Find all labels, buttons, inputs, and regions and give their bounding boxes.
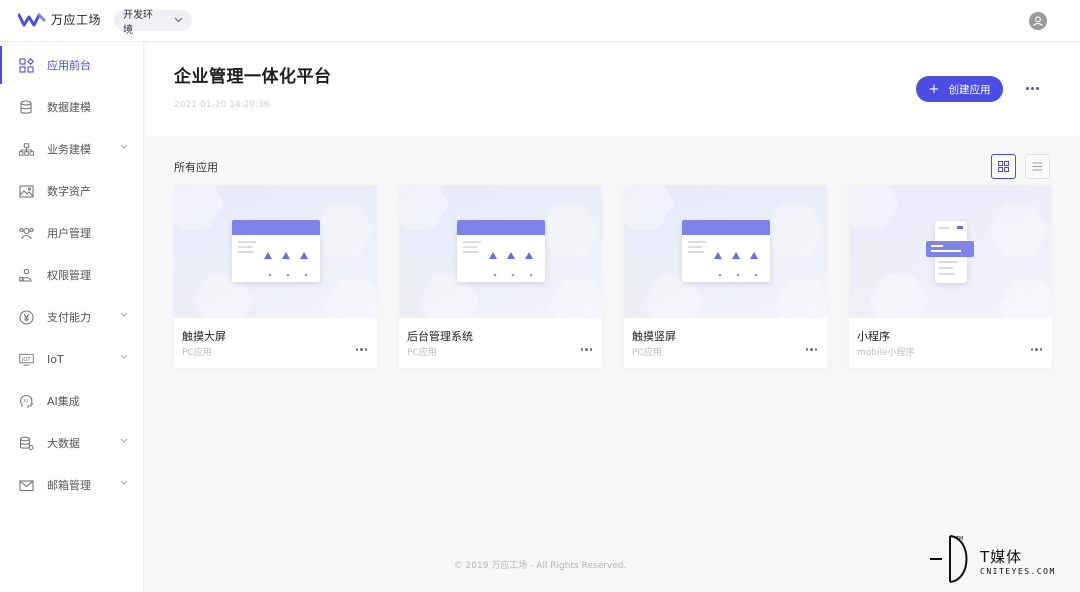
app-name: 小程序 (857, 330, 890, 343)
mail-icon (19, 478, 34, 493)
sidebar-item-label: IoT (47, 352, 64, 366)
grid-view-toggle[interactable] (991, 154, 1016, 179)
more-dots-icon (1025, 86, 1029, 90)
sidebar-item-app-frontend[interactable]: 应用前台 (0, 44, 144, 86)
sidebar-item-ai-integration[interactable]: AI AI集成 (0, 380, 144, 422)
image-frame-icon (19, 184, 34, 199)
pc-mockup (232, 220, 320, 282)
watermark-logo-icon: TM (930, 535, 968, 583)
more-options-button[interactable] (1022, 79, 1042, 97)
sidebar-item-user-management[interactable]: 用户管理 (0, 212, 144, 254)
card-more-button[interactable] (580, 348, 592, 351)
user-avatar[interactable] (1029, 12, 1047, 30)
list-view-icon (1032, 162, 1043, 171)
app-name: 后台管理系统 (407, 330, 473, 343)
app-type: mobile小程序 (857, 348, 915, 358)
app-name: 万应工场 (51, 13, 102, 27)
section-title: 所有应用 (174, 161, 218, 174)
users-icon (19, 226, 34, 241)
app-preview (399, 185, 602, 318)
chevron-down-icon (120, 477, 128, 488)
sidebar-item-label: 用户管理 (47, 227, 91, 240)
org-tree-icon (19, 142, 34, 157)
pc-mockup (457, 220, 545, 282)
app-logo[interactable]: 万应工场 (18, 11, 101, 28)
big-data-icon (19, 436, 34, 451)
app-card[interactable]: 触摸竖屏 PC应用 (624, 185, 827, 368)
grid-view-icon (998, 161, 1009, 172)
create-app-button[interactable]: + 创建应用 (916, 76, 1003, 102)
page-timestamp: 2021-01-20 14:20:36 (174, 100, 270, 110)
app-type: PC应用 (632, 348, 662, 358)
app-card[interactable]: 小程序 mobile小程序 (849, 185, 1052, 368)
sidebar-item-digital-assets[interactable]: 数字资产 (0, 170, 144, 212)
sidebar-item-label: AI集成 (47, 395, 80, 408)
app-preview (624, 185, 827, 318)
sidebar-item-data-modeling[interactable]: 数据建模 (0, 86, 144, 128)
app-preview (849, 185, 1052, 318)
watermark-brand: T媒体 (980, 548, 1023, 566)
list-view-toggle[interactable] (1025, 154, 1050, 179)
app-name: 触摸大屏 (182, 330, 226, 343)
user-icon (1033, 16, 1043, 27)
sidebar-item-iot[interactable]: IOT IoT (0, 338, 144, 380)
pc-mockup (682, 220, 770, 282)
app-card[interactable]: 后台管理系统 PC应用 (399, 185, 602, 368)
svg-text:TM: TM (955, 536, 963, 542)
environment-label: 开发环境 (123, 9, 153, 36)
create-app-label: 创建应用 (948, 83, 991, 96)
app-preview (174, 185, 377, 318)
card-more-button[interactable] (1030, 348, 1042, 351)
more-dots-icon (355, 348, 358, 351)
plus-icon: + (928, 81, 940, 97)
sidebar-item-label: 应用前台 (47, 59, 91, 72)
page-header: 企业管理一体化平台 2021-01-20 14:20:36 + 创建应用 (145, 43, 1080, 136)
environment-select[interactable]: 开发环境 (114, 10, 192, 36)
card-more-button[interactable] (355, 348, 367, 351)
sidebar-item-label: 邮箱管理 (47, 479, 91, 492)
chevron-down-icon (120, 141, 128, 152)
logo-icon (18, 13, 46, 26)
app-type: PC应用 (407, 348, 437, 358)
database-icon (19, 99, 34, 115)
ai-head-icon: AI (19, 394, 34, 409)
top-bar: 万应工场 开发环境 (0, 0, 1080, 42)
yen-icon (19, 309, 34, 325)
app-type: PC应用 (182, 348, 212, 358)
iot-icon: IOT (19, 352, 34, 367)
sidebar-item-business-modeling[interactable]: 业务建模 (0, 128, 144, 170)
card-more-button[interactable] (805, 348, 817, 351)
sidebar-item-label: 数字资产 (47, 185, 91, 198)
sidebar-item-label: 数据建模 (47, 101, 91, 114)
svg-text:IOT: IOT (22, 356, 32, 362)
app-card[interactable]: 触摸大屏 PC应用 (174, 185, 377, 368)
sidebar-item-mail-management[interactable]: 邮箱管理 (0, 464, 144, 506)
sidebar-item-label: 大数据 (47, 437, 80, 450)
more-dots-icon (805, 348, 808, 351)
chevron-down-icon (120, 435, 128, 446)
sidebar-item-label: 业务建模 (47, 143, 91, 156)
sidebar-item-permission-management[interactable]: 权限管理 (0, 254, 144, 296)
chevron-down-icon (120, 309, 128, 320)
watermark: TM T媒体 CNITEYES.COM (928, 532, 1076, 586)
page-title: 企业管理一体化平台 (174, 67, 332, 87)
footer-copyright: © 2019 万应工场 - All Rights Reserved. (453, 561, 627, 571)
sidebar-item-label: 支付能力 (47, 311, 91, 324)
apps-grid-icon (19, 57, 34, 73)
svg-text:AI: AI (24, 398, 28, 404)
permission-icon (19, 268, 34, 283)
sidebar: 应用前台 数据建模 业务建模 数字资产 用户管理 权限管理 支付能力 IOT I… (0, 42, 144, 592)
app-name: 触摸竖屏 (632, 330, 676, 343)
watermark-site: CNITEYES.COM (980, 567, 1056, 576)
mobile-banner (926, 241, 974, 257)
more-dots-icon (1030, 348, 1033, 351)
chevron-down-icon (120, 351, 128, 362)
sidebar-item-big-data[interactable]: 大数据 (0, 422, 144, 464)
chevron-down-icon (174, 16, 183, 26)
sidebar-item-label: 权限管理 (47, 269, 91, 282)
more-dots-icon (580, 348, 583, 351)
sidebar-item-payment[interactable]: 支付能力 (0, 296, 144, 338)
